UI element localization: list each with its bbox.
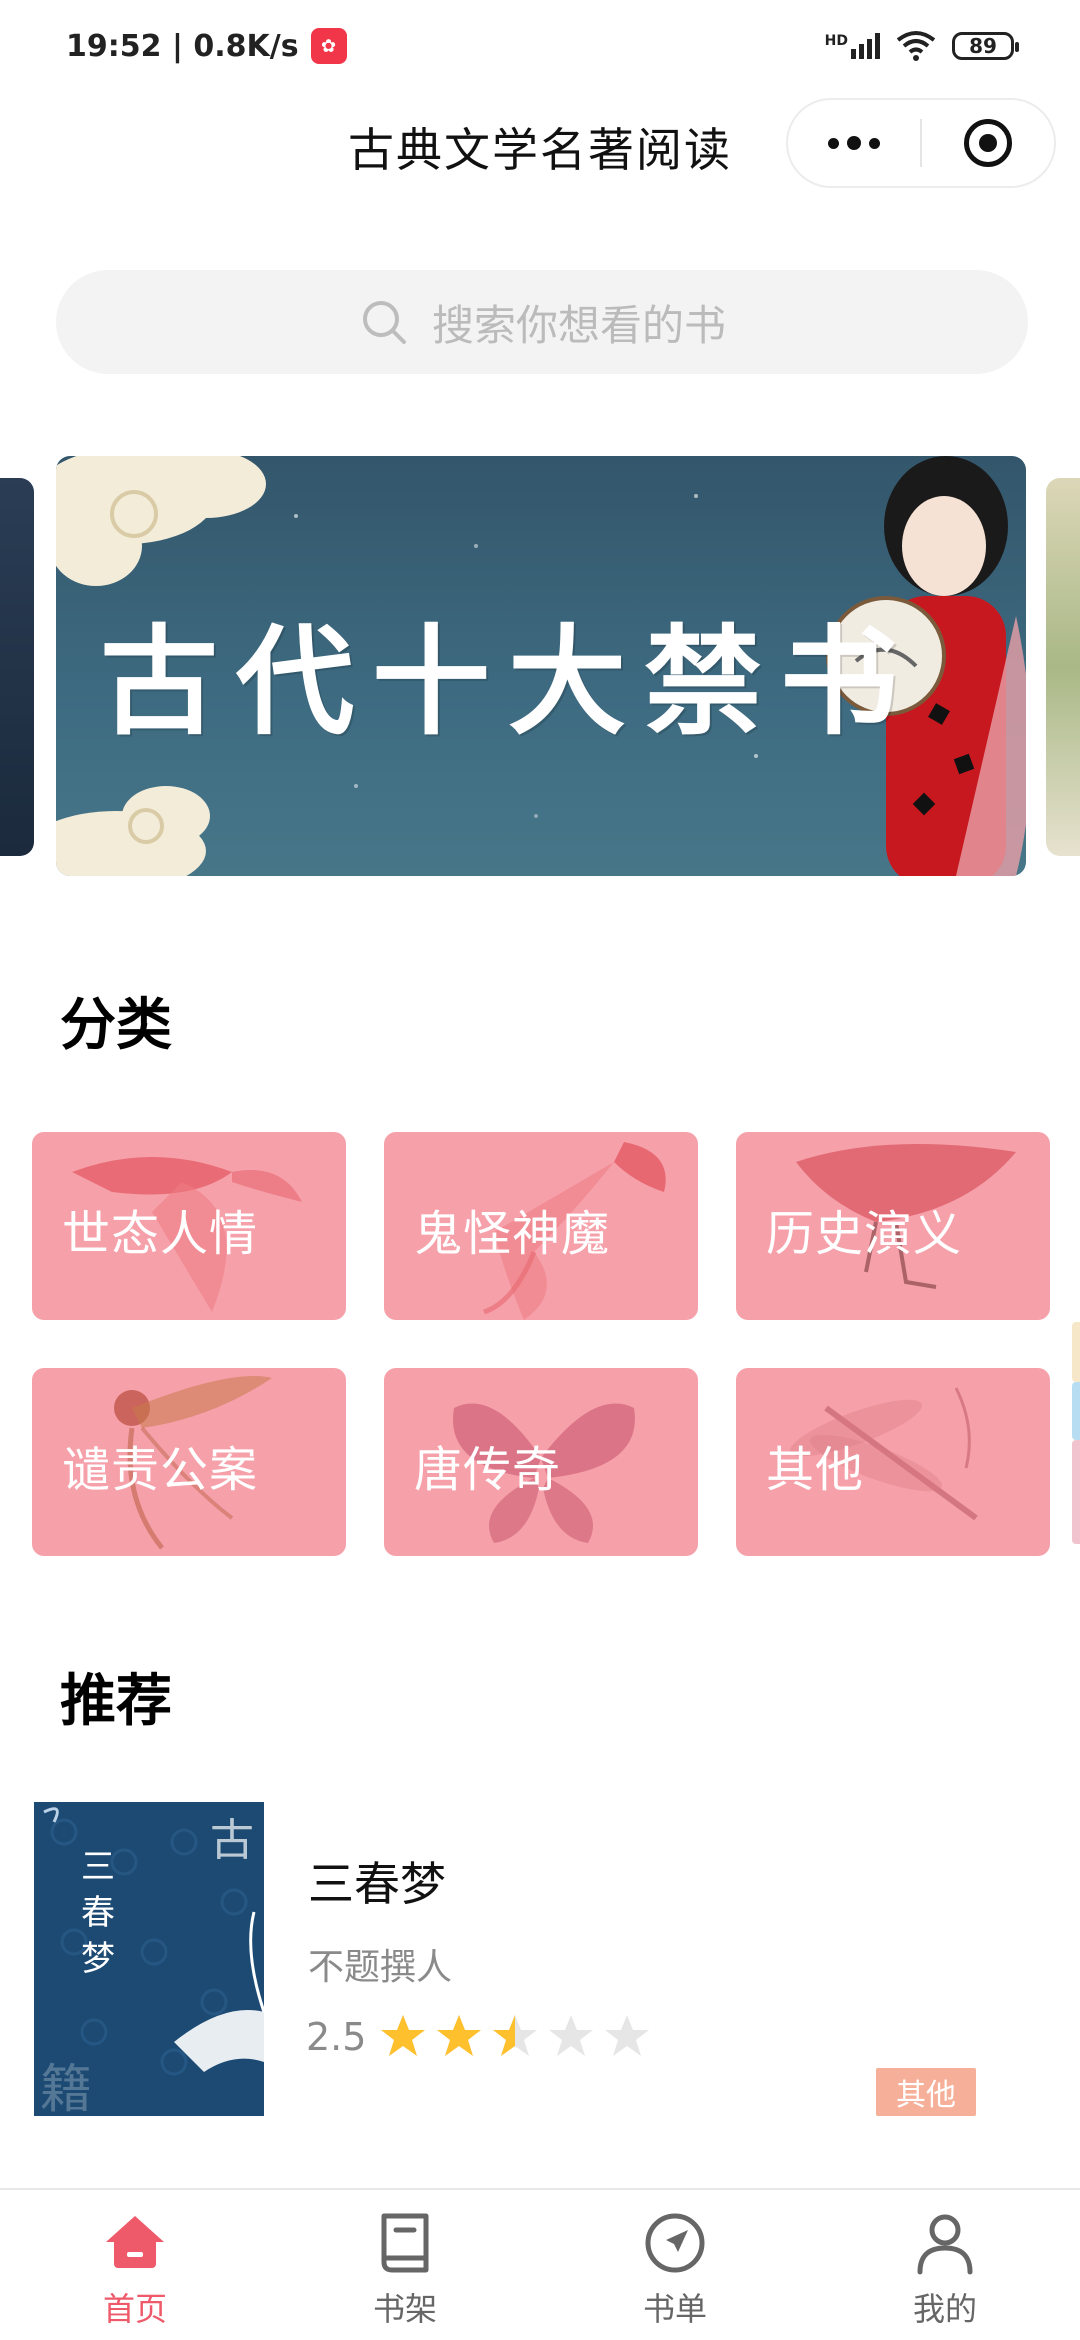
book-rating: 2.5 [306, 2012, 652, 2062]
side-strip-yellow [1072, 1322, 1080, 1382]
book-cover-title: 三春梦 [81, 1847, 115, 1979]
wifi-icon [896, 31, 936, 61]
book-category-tag: 其他 [876, 2068, 976, 2116]
status-left: 19:52 | 0.8K/s ✿ [66, 28, 347, 64]
book-cover[interactable]: 古 三春梦 籍 [34, 1802, 264, 2116]
star-icon [493, 2015, 538, 2056]
banner-next-peek[interactable] [1046, 478, 1080, 856]
status-right: HD 89 [825, 30, 1019, 62]
more-button[interactable] [788, 100, 920, 186]
category-label: 历史演义 [766, 1206, 963, 1262]
search-bar[interactable]: 搜索你想看的书 [56, 270, 1028, 374]
star-icon [549, 2015, 594, 2056]
category-card-lishi[interactable]: 历史演义 [736, 1132, 1050, 1320]
app-notification-icon: ✿ [310, 28, 347, 64]
category-card-qianze[interactable]: 谴责公案 [32, 1368, 346, 1556]
tab-label: 首页 [102, 2290, 167, 2328]
tab-label: 我的 [912, 2290, 977, 2328]
rating-stars [378, 2012, 652, 2062]
compass-icon [645, 2213, 705, 2273]
category-card-qita[interactable]: 其他 [736, 1368, 1050, 1556]
book-cover-bottom-char: 籍 [40, 2060, 93, 2116]
category-grid: 世态人情 鬼怪神魔 历史演义 谴责公案 唐传奇 其他 [32, 1132, 1052, 1556]
signal-icon: HD [825, 33, 880, 59]
recommend-section-title: 推荐 [60, 1669, 172, 1734]
search-icon [362, 301, 406, 344]
network-type: HD [824, 33, 848, 49]
category-card-tangchuanqi[interactable]: 唐传奇 [384, 1368, 698, 1556]
user-icon [917, 2214, 973, 2275]
mini-program-capsule [786, 98, 1056, 188]
star-icon [381, 2015, 426, 2056]
side-strip-pink [1072, 1440, 1080, 1544]
close-mini-program-button[interactable] [922, 100, 1054, 186]
category-card-guiguai[interactable]: 鬼怪神魔 [384, 1132, 698, 1320]
category-label: 世态人情 [62, 1206, 259, 1262]
tab-bar: 首页 书架 书单 我的 [0, 2188, 1080, 2340]
category-section-title: 分类 [60, 993, 172, 1058]
book-cover-corner-char: 古 [210, 1815, 254, 1866]
category-label: 其他 [766, 1442, 865, 1498]
tab-label: 书架 [372, 2290, 437, 2328]
home-icon [106, 2216, 164, 2268]
rating-score: 2.5 [306, 2015, 367, 2059]
star-icon [605, 2015, 650, 2056]
tab-label: 书单 [642, 2290, 707, 2328]
search-placeholder: 搜索你想看的书 [431, 300, 726, 350]
category-label: 谴责公案 [62, 1442, 259, 1498]
tab-bookshelf[interactable]: 书架 [270, 2190, 540, 2340]
category-label: 鬼怪神魔 [414, 1206, 611, 1262]
book-author: 不题撰人 [308, 1947, 453, 1988]
side-strip-blue [1072, 1382, 1080, 1440]
cloud-top-left [56, 456, 266, 586]
category-label: 唐传奇 [414, 1442, 562, 1498]
banner-prev-peek[interactable] [0, 478, 34, 856]
banner-slide[interactable]: 古代十大禁书 [56, 456, 1026, 876]
star-icon [437, 2015, 482, 2056]
category-card-shitai[interactable]: 世态人情 [32, 1132, 346, 1320]
cloud-bottom-left [56, 786, 210, 876]
more-dots-icon [828, 136, 880, 150]
battery-icon: 89 [952, 32, 1019, 60]
book-icon [381, 2213, 429, 2273]
status-bar: 19:52 | 0.8K/s ✿ HD 89 [0, 0, 1080, 92]
target-icon [963, 119, 1012, 167]
status-time: 19:52 | 0.8K/s [66, 28, 299, 64]
battery-level: 89 [969, 34, 997, 58]
banner-title: 古代十大禁书 [100, 612, 917, 751]
tab-mine[interactable]: 我的 [810, 2190, 1080, 2340]
page-title: 古典文学名著阅读 [348, 123, 732, 177]
book-title[interactable]: 三春梦 [308, 1848, 446, 1914]
tab-home[interactable]: 首页 [0, 2190, 270, 2340]
header: 古典文学名著阅读 [0, 92, 1080, 202]
tab-booklist[interactable]: 书单 [540, 2190, 810, 2340]
